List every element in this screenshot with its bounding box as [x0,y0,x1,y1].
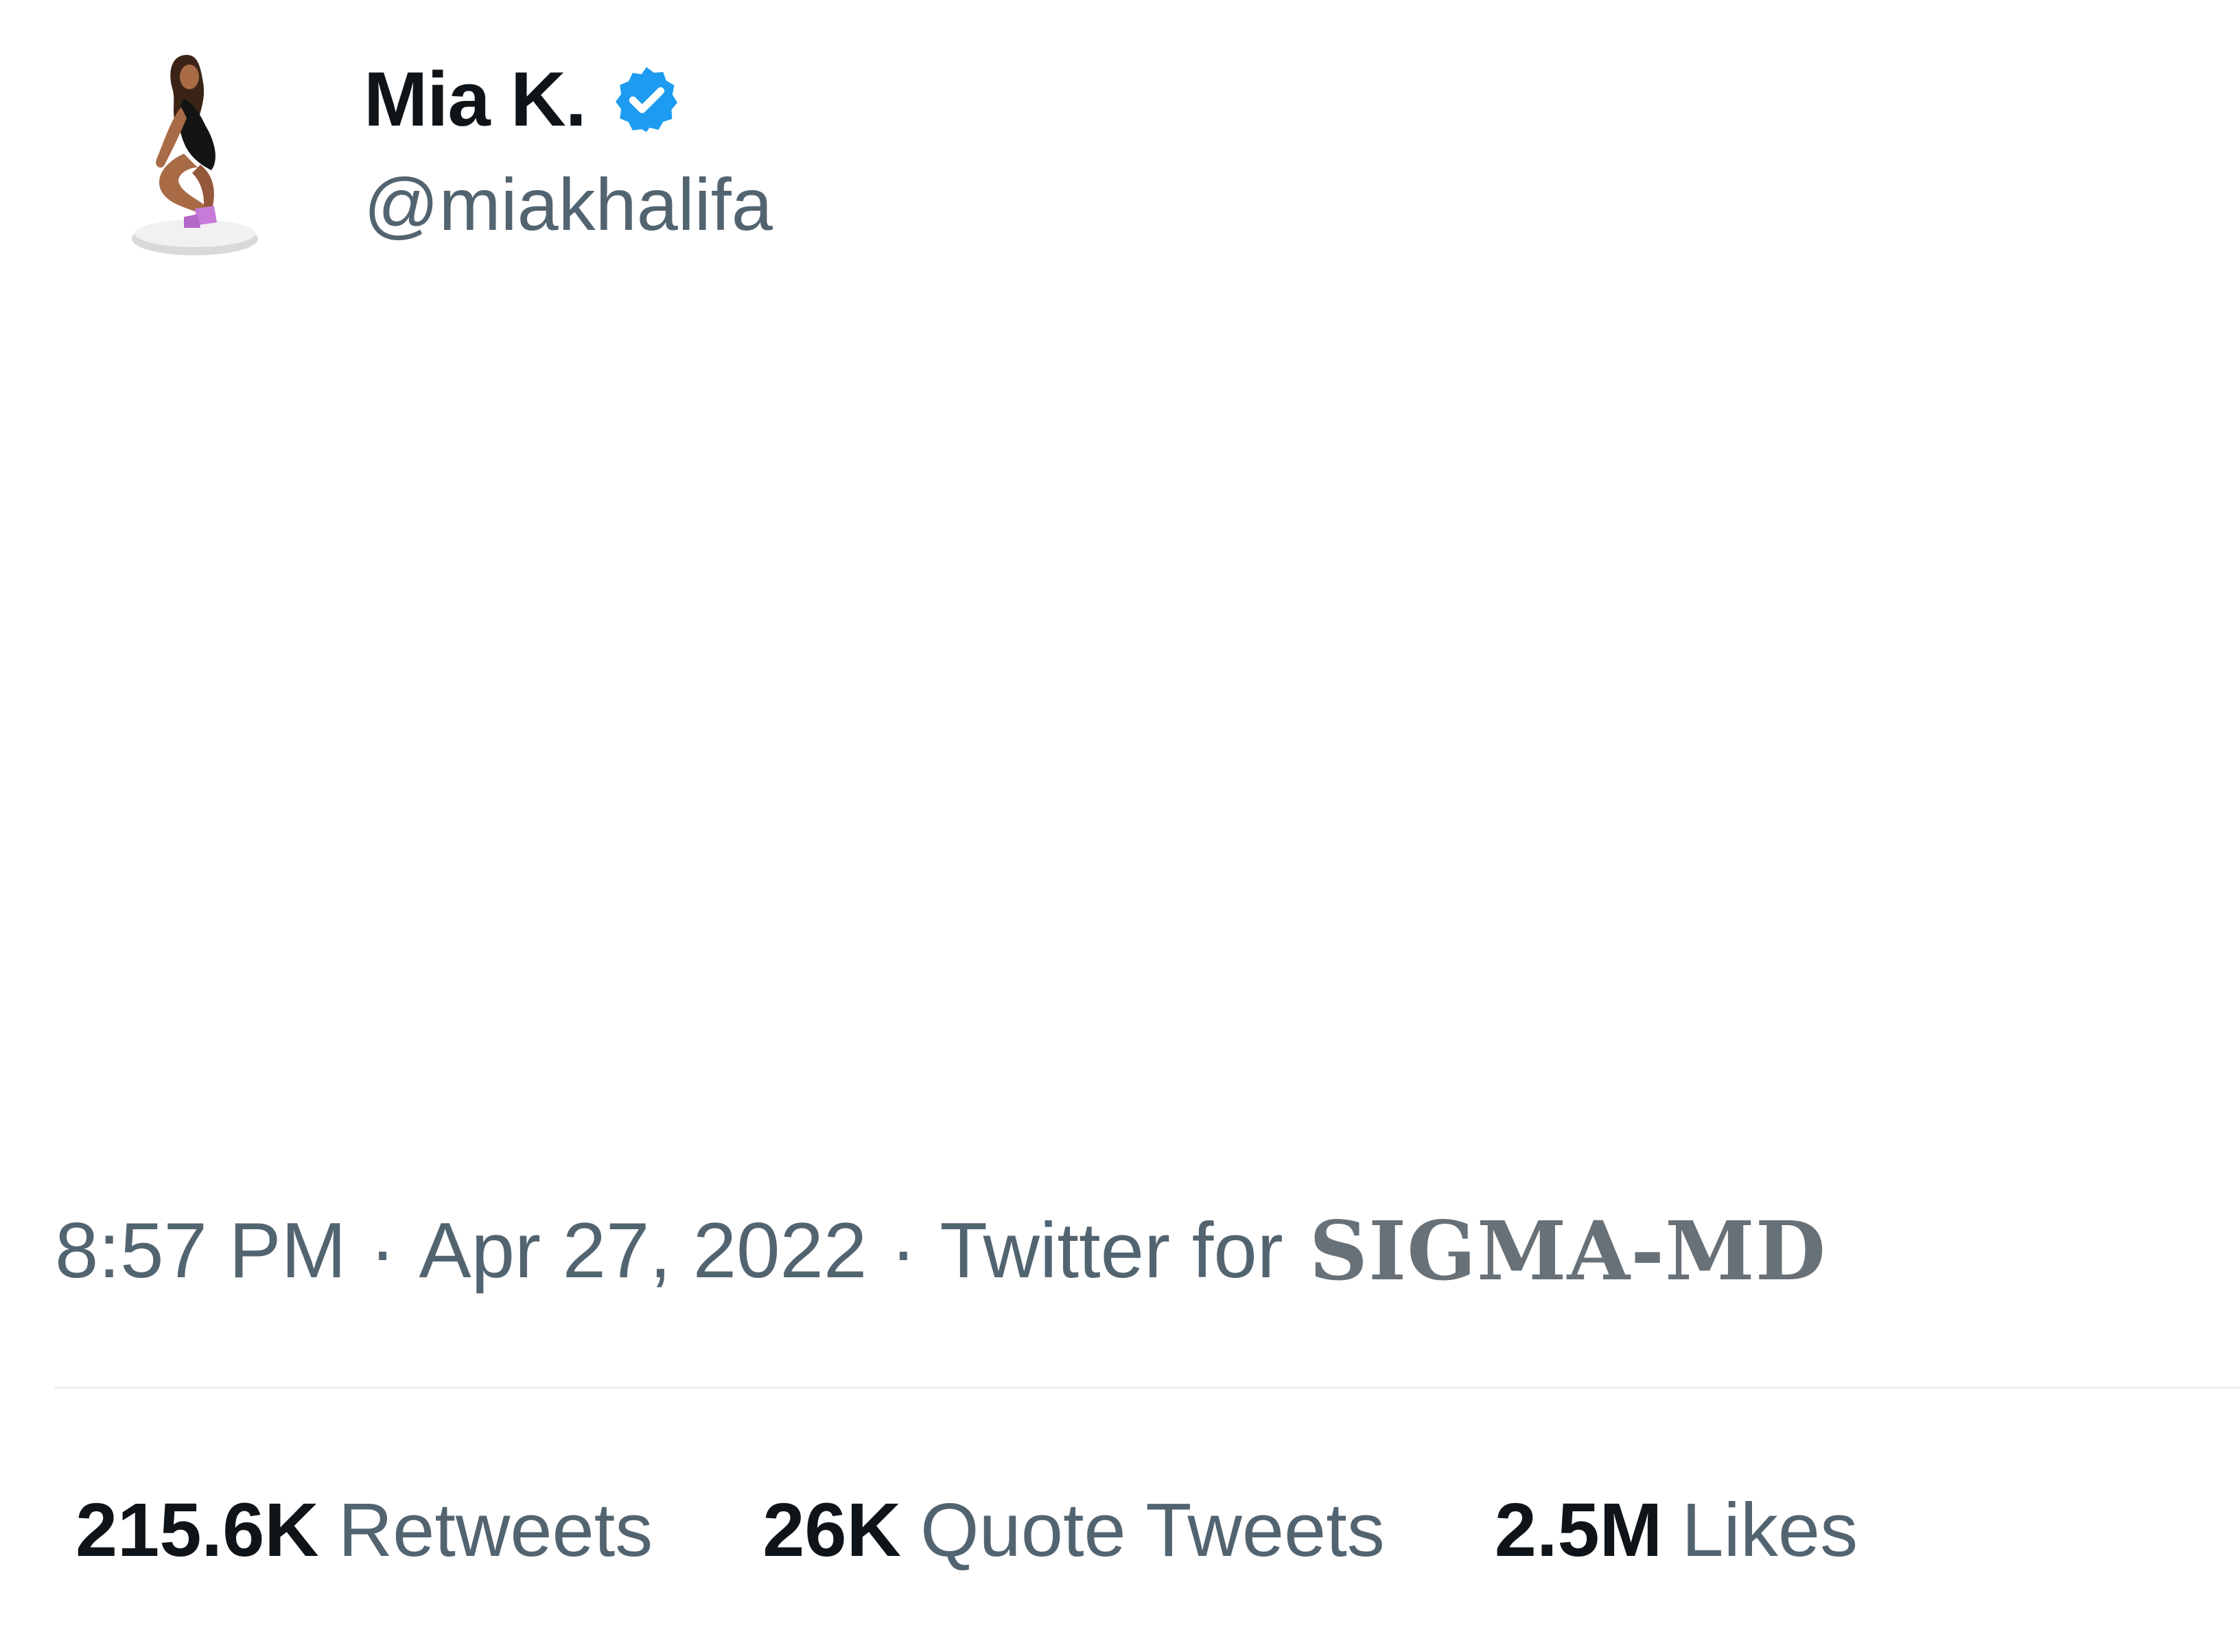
tweet-time[interactable]: 8:57 PM [55,1212,347,1290]
retweets-stat[interactable]: 215.6K Retweets [75,1493,653,1568]
name-row: Mia K. [364,48,773,151]
verified-badge-icon[interactable] [609,62,684,137]
stat-label: Quote Tweets [920,1488,1385,1572]
source-app-label: SIGMA-MD [1309,1203,1827,1299]
tweet-author: Mia K. @miakhalifa [364,48,773,242]
quote-tweets-stat[interactable]: 26K Quote Tweets [762,1493,1385,1568]
tweet-meta: 8:57 PM · Apr 27, 2022 · Twitter for SIG… [55,1200,1826,1303]
stat-count: 26K [762,1488,902,1572]
tweet-date[interactable]: Apr 27, 2022 [419,1212,867,1290]
meta-separator: · [369,1207,396,1294]
source-prefix: Twitter for [940,1207,1283,1294]
avatar[interactable] [115,44,280,264]
likes-stat[interactable]: 2.5M Likes [1495,1493,1858,1568]
stat-count: 2.5M [1494,1488,1663,1572]
stat-count: 215.6K [75,1488,319,1572]
stat-label: Retweets [338,1488,653,1572]
stat-label: Likes [1681,1488,1858,1572]
display-name[interactable]: Mia K. [364,61,587,138]
divider [55,1386,2240,1389]
engagement-stats: 215.6K Retweets 26K Quote Tweets 2.5M Li… [75,1482,1858,1579]
avatar-cartoon-woman-icon [132,55,258,255]
user-handle[interactable]: @miakhalifa [364,167,773,242]
meta-separator: · [890,1207,917,1294]
